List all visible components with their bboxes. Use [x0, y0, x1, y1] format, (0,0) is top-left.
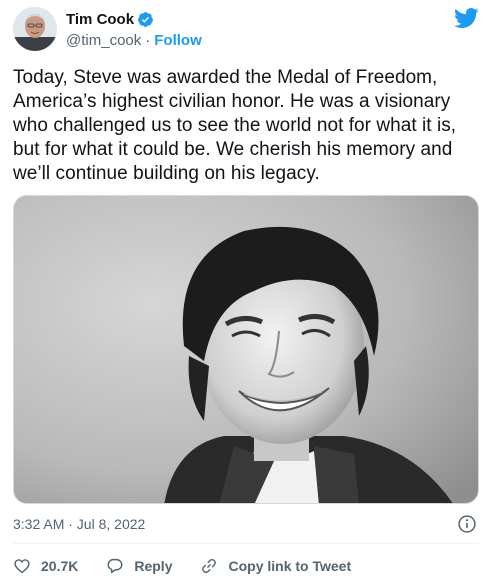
twitter-bird-icon[interactable]: [453, 7, 479, 29]
author-display-name[interactable]: Tim Cook: [66, 11, 134, 28]
divider: [13, 543, 479, 544]
tweet-photo[interactable]: [13, 195, 479, 504]
reply-label: Reply: [134, 558, 173, 574]
author-handle[interactable]: @tim_cook: [66, 32, 141, 49]
copy-link-label: Copy link to Tweet: [228, 558, 352, 574]
tweet-timestamp[interactable]: 3:32 AM · Jul 8, 2022: [13, 516, 145, 532]
heart-icon: [14, 559, 30, 574]
copy-link-button[interactable]: Copy link to Tweet: [200, 557, 351, 575]
verified-badge-icon: [137, 11, 154, 28]
like-count: 20.7K: [41, 558, 79, 574]
like-button[interactable]: 20.7K: [13, 557, 78, 575]
tweet-actions: 20.7K Reply Copy link to Tweet: [13, 556, 379, 576]
tweet-header: Tim Cook @tim_cook · Follow: [13, 7, 479, 51]
tweet-card: Tim Cook @tim_cook · Follow Today, Steve…: [0, 0, 489, 581]
tweet-text: Today, Steve was awarded the Medal of Fr…: [13, 67, 457, 184]
reply-button[interactable]: Reply: [106, 557, 172, 575]
avatar[interactable]: [13, 7, 57, 51]
display-name-row: Tim Cook: [66, 9, 202, 29]
info-icon[interactable]: [457, 514, 477, 534]
tweet-meta: 3:32 AM · Jul 8, 2022: [13, 514, 479, 534]
reply-bubble-icon: [107, 558, 123, 574]
follow-button[interactable]: Follow: [154, 32, 202, 49]
author-names: Tim Cook @tim_cook · Follow: [66, 9, 202, 50]
handle-row: @tim_cook · Follow: [66, 30, 202, 50]
separator-dot: ·: [145, 31, 151, 49]
link-icon: [202, 558, 217, 574]
